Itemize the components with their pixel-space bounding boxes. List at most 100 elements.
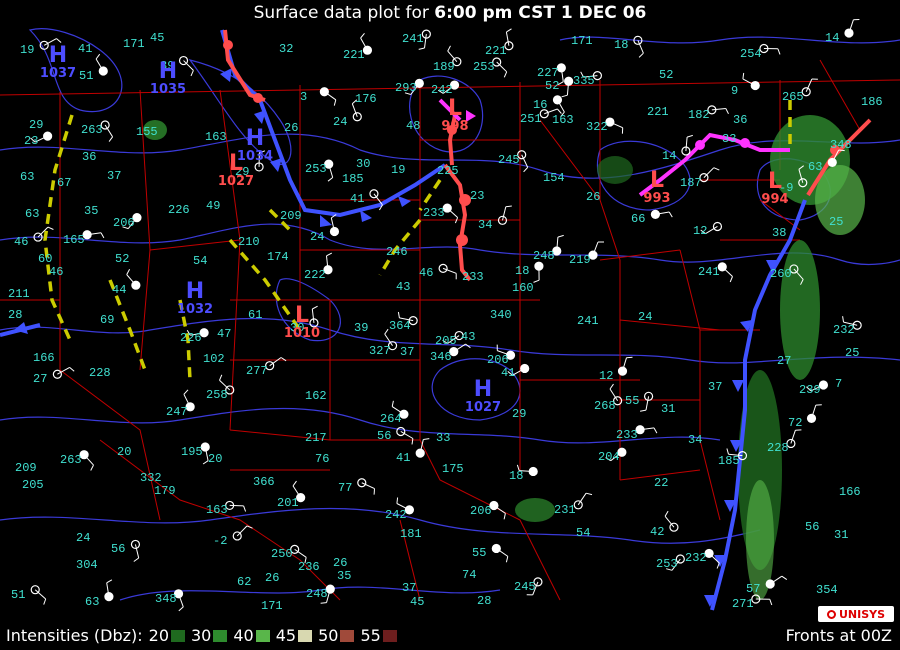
station-value: 210: [238, 235, 260, 249]
pressure-center-letter: L: [229, 151, 243, 176]
station-value: 233: [616, 428, 638, 442]
station-value: 217: [305, 431, 327, 445]
wind-barb-flag: [626, 356, 633, 359]
station-value: 33: [722, 132, 736, 146]
station-value: 18: [614, 38, 628, 52]
station-value: 26: [333, 556, 347, 570]
station-value: 155: [136, 125, 158, 139]
station-value: 233: [423, 206, 445, 220]
station-value: 46: [14, 235, 28, 249]
station-value: 63: [25, 207, 39, 221]
station-value: 51: [79, 69, 93, 83]
station-value: 219: [569, 253, 591, 267]
station-value: 56: [377, 429, 391, 443]
station-value: 28: [477, 594, 491, 608]
station-value: 41: [396, 451, 410, 465]
pressure-center-value: 1037: [40, 66, 76, 81]
station-value: 332: [140, 471, 162, 485]
station-value: 163: [552, 113, 574, 127]
station-value: 206: [113, 216, 135, 230]
station-value: 14: [825, 31, 839, 45]
station-value: 31: [834, 528, 848, 542]
station-value: 171: [571, 34, 593, 48]
station-value: 35: [84, 204, 98, 218]
station-value: 247: [166, 405, 188, 419]
legend-item-45: 45: [275, 626, 313, 645]
station-value: 248: [306, 587, 328, 601]
station-value: 226: [180, 331, 202, 345]
station-value: 335: [573, 74, 595, 88]
legend-swatch: [213, 629, 228, 642]
station-value: 46: [49, 265, 63, 279]
fronts-time-label: Fronts at 00Z: [785, 626, 892, 645]
station-value: 233: [462, 270, 484, 284]
station-value: 26: [586, 190, 600, 204]
pressure-center-value: 998: [441, 119, 468, 134]
station-value: 162: [305, 389, 327, 403]
station-value: 74: [462, 568, 476, 582]
station-value: 16: [533, 98, 547, 112]
station-value: 43: [396, 280, 410, 294]
station-value: 340: [490, 308, 512, 322]
logo-text: UNISYS: [838, 607, 886, 621]
legend-item-40: 40: [233, 626, 270, 645]
station-value: 18: [515, 264, 529, 278]
station-value: 19: [391, 163, 405, 177]
station-value: 175: [442, 462, 464, 476]
station-value: 228: [767, 441, 789, 455]
station-value: 27: [777, 354, 791, 368]
station-value: 209: [15, 461, 37, 475]
station-value: 245: [514, 580, 536, 594]
station-value: 250: [271, 547, 293, 561]
station-value: 41: [501, 366, 515, 380]
station-value: 263: [60, 453, 82, 467]
station-value: 66: [631, 212, 645, 226]
wind-barb-flag: [505, 205, 512, 208]
station-value: 63: [20, 170, 34, 184]
map-title: Surface data plot for 6:00 pm CST 1 DEC …: [0, 3, 900, 23]
station-value: 253: [473, 60, 495, 74]
station-value: 47: [217, 327, 231, 341]
station-value: 221: [343, 48, 365, 62]
station-value: 253: [305, 162, 327, 176]
station-value: 179: [154, 484, 176, 498]
legend-value: 30: [191, 626, 212, 645]
station-value: 54: [193, 254, 207, 268]
station-value: 239: [799, 383, 821, 397]
pressure-center-letter: L: [295, 303, 309, 328]
station-value: 9: [731, 84, 738, 98]
station-value: 76: [315, 452, 329, 466]
legend-label: Intensities (Dbz):: [6, 626, 143, 645]
pressure-center-value: 1027: [218, 174, 254, 189]
station-value: 260: [770, 267, 792, 281]
station-value: 27: [33, 372, 47, 386]
legend-value: 40: [233, 626, 254, 645]
station-value: 236: [298, 560, 320, 574]
station-value: 201: [277, 496, 299, 510]
legend-value: 45: [275, 626, 297, 645]
station-value: 185: [718, 454, 740, 468]
station-value: 20: [117, 445, 131, 459]
station-value: 221: [647, 105, 669, 119]
station-value: 24: [638, 310, 652, 324]
station-value: 277: [246, 364, 268, 378]
station-value: 14: [662, 149, 676, 163]
station-value: 36: [733, 113, 747, 127]
station-value: 232: [833, 323, 855, 337]
pressure-center-letter: H: [49, 43, 67, 68]
station-value: 51: [11, 588, 25, 602]
station-value: 12: [693, 224, 707, 238]
station-value: 56: [111, 542, 125, 556]
station-value: 241: [402, 32, 424, 46]
station-value: 24: [310, 230, 324, 244]
station-value: 52: [115, 252, 129, 266]
station-value: 293: [395, 81, 417, 95]
station-value: 29: [29, 118, 43, 132]
station-value: 205: [435, 334, 457, 348]
radar-echo: [515, 498, 555, 522]
station-value: 77: [338, 481, 352, 495]
station-value: 176: [355, 92, 377, 106]
station-value: 41: [78, 42, 92, 56]
station-value: 185: [342, 172, 364, 186]
station-value: 63: [85, 595, 99, 609]
